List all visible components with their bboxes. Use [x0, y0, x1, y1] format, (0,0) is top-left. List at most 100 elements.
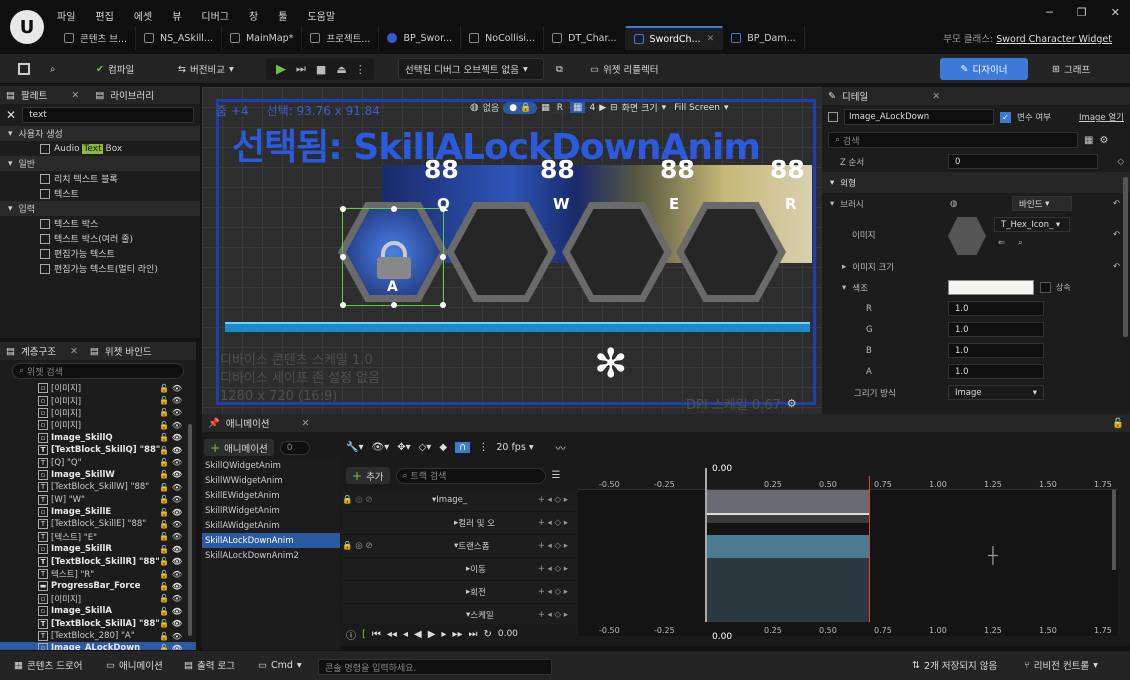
gear-icon[interactable]: ⚙: [787, 397, 797, 410]
close-icon[interactable]: ✕: [70, 346, 78, 357]
parent-class-link[interactable]: Sword Character Widget: [996, 34, 1112, 45]
wrench-icon[interactable]: 🔧▾: [346, 442, 363, 453]
palette-item[interactable]: 텍스트 박스(여러 줄): [0, 231, 200, 246]
visibility-eye-icon[interactable]: 🔓 👁: [159, 396, 182, 405]
tab-widget-bind[interactable]: 위젯 바인드: [105, 344, 152, 358]
hierarchy-row[interactable]: ▫ Image_SkillQ 🔓 👁: [0, 432, 196, 444]
tab-data-table[interactable]: DT_Char...: [544, 26, 626, 50]
screen-size-select[interactable]: 화면 크기: [622, 101, 658, 114]
resize-handle[interactable]: [391, 206, 397, 212]
track-row[interactable]: 🔒 ◎ ⊘ ▾ 트랜스폼 + ◂ ◇ ▸: [342, 535, 578, 558]
reset-icon[interactable]: ↶: [1113, 262, 1120, 272]
animation-list-item[interactable]: SkillEWidgetAnim: [202, 488, 340, 503]
visibility-eye-icon[interactable]: 🔓 👁: [159, 545, 182, 554]
snap-icon[interactable]: ▦: [541, 103, 550, 113]
fill-mode-select[interactable]: Fill Screen: [674, 103, 720, 113]
visibility-eye-icon[interactable]: 🔓 👁: [159, 508, 182, 517]
hierarchy-row[interactable]: ▫ Image_SkillA 🔓 👁: [0, 605, 196, 617]
visibility-eye-icon[interactable]: 🔓 👁: [159, 520, 182, 529]
track-row[interactable]: ▸ 회전 + ◂ ◇ ▸: [342, 581, 578, 604]
hierarchy-row[interactable]: T [TextBlock_SkillW] "88" 🔓 👁: [0, 481, 196, 493]
maximize-icon[interactable]: ❐: [1077, 6, 1087, 19]
grid-icon[interactable]: ▦: [570, 102, 586, 113]
appearance-category[interactable]: ▾ 외형: [822, 172, 1130, 193]
animation-list-item[interactable]: SkillRWidgetAnim: [202, 503, 340, 518]
close-icon[interactable]: ✕: [932, 91, 940, 102]
auto-key-icon[interactable]: ◆: [439, 442, 447, 453]
keyframe-controls[interactable]: + ◂ ◇ ▸: [538, 518, 568, 528]
step-forward-icon[interactable]: ▸: [441, 629, 446, 640]
tab-niagara[interactable]: NS_ASkill...: [136, 26, 222, 50]
debug-object-select[interactable]: 선택된 디버그 오브젝트 없음 ▾: [398, 58, 544, 80]
close-tab-icon[interactable]: ✕: [707, 34, 715, 44]
transform-section[interactable]: [705, 535, 869, 558]
track-row[interactable]: ▸ 컬러 및 오 + ◂ ◇ ▸: [342, 512, 578, 535]
tab-main-map[interactable]: MainMap*: [222, 26, 303, 50]
animation-list-item[interactable]: SkillWWidgetAnim: [202, 473, 340, 488]
next-key-icon[interactable]: ▸▸: [452, 629, 462, 640]
hierarchy-row[interactable]: ▫ [이미지] 🔓 👁: [0, 407, 196, 419]
loop-start-icon[interactable]: [: [362, 629, 366, 640]
hierarchy-row[interactable]: T 텍스트] "R" 🔓 👁: [0, 568, 196, 580]
hierarchy-scrollbar[interactable]: [188, 424, 192, 636]
palette-search-input[interactable]: text: [22, 107, 194, 123]
bind-dropdown[interactable]: 바인드 ▾: [1012, 196, 1072, 211]
stop-icon[interactable]: ■: [312, 63, 330, 76]
visibility-eye-icon[interactable]: 🔓 👁: [159, 421, 182, 430]
designer-button[interactable]: ✎ 디자이너: [940, 58, 1028, 80]
timeline-area[interactable]: ┼: [578, 468, 1118, 628]
hierarchy-row[interactable]: T [텍스트] "E" 🔓 👁: [0, 531, 196, 543]
visibility-eye-icon[interactable]: 🔓 👁: [159, 582, 182, 591]
visibility-eye-icon[interactable]: 🔓 👁: [159, 433, 182, 442]
z-order-input[interactable]: 0: [948, 154, 1098, 169]
hierarchy-search-input[interactable]: ⌕ 위젯 검색: [12, 363, 184, 379]
skip-start-icon[interactable]: ⏮: [372, 629, 381, 640]
show-mode[interactable]: 없음: [483, 101, 500, 114]
palette-item[interactable]: 편집가능 텍스트: [0, 246, 200, 261]
tab-bp-sword[interactable]: BP_Swor...: [379, 26, 462, 50]
menu-window[interactable]: 창: [249, 8, 258, 23]
chevron-right-icon[interactable]: ▸: [842, 262, 846, 272]
visibility-eye-icon[interactable]: 🔓 👁: [159, 607, 182, 616]
end-marker[interactable]: [869, 476, 870, 622]
menu-edit[interactable]: 편집: [95, 8, 113, 23]
resize-handle[interactable]: [440, 206, 446, 212]
animation-list-item[interactable]: SkillALockDownAnim: [202, 533, 340, 548]
widget-name-input[interactable]: Image_ALockDown: [844, 109, 994, 125]
tab-sword-character[interactable]: SwordCh... ✕: [625, 26, 724, 50]
menu-tools[interactable]: 툴: [278, 8, 287, 23]
play-icon[interactable]: ▶: [428, 629, 436, 640]
play-icon[interactable]: ▶: [272, 62, 290, 77]
track-row[interactable]: ▸ 이동 + ◂ ◇ ▸: [342, 558, 578, 581]
keyframe-controls[interactable]: + ◂ ◇ ▸: [538, 541, 568, 551]
eject-icon[interactable]: ⏏: [332, 63, 350, 76]
keyframe-controls[interactable]: + ◂ ◇ ▸: [538, 587, 568, 597]
hierarchy-row[interactable]: T [TextBlock_SkillR] "88" 🔓 👁: [0, 555, 196, 567]
diff-button[interactable]: ⇆ 버전비교 ▾: [172, 58, 240, 80]
more-icon[interactable]: ⋮: [353, 63, 368, 76]
tab-animation[interactable]: 애니메이션: [226, 416, 270, 430]
browse-icon[interactable]: ⌕: [1018, 238, 1023, 248]
visibility-eye-icon[interactable]: 🔓 👁: [159, 495, 182, 504]
diamond-icon[interactable]: ◇: [1117, 157, 1124, 167]
tint-g-input[interactable]: 1.0: [948, 322, 1044, 337]
texture-thumbnail[interactable]: [948, 217, 986, 255]
visibility-eye-icon[interactable]: 🔓 👁: [159, 532, 182, 541]
playhead[interactable]: [705, 468, 707, 628]
keyframe-track[interactable]: [705, 513, 869, 523]
cmd-select[interactable]: ▭ Cmd ▾: [252, 655, 308, 675]
console-input[interactable]: 콘솔 명령을 입력하세요.: [318, 659, 552, 675]
section-bar[interactable]: [705, 490, 869, 513]
resize-handle[interactable]: [340, 254, 346, 260]
texture-select[interactable]: T_Hex_Icon_ ▾: [994, 217, 1070, 232]
chevron-down-icon[interactable]: ▾: [842, 283, 846, 293]
resize-handle[interactable]: [391, 302, 397, 308]
visibility-eye-icon[interactable]: 🔓 👁: [159, 384, 182, 393]
hierarchy-row[interactable]: ▫ Image_SkillE 🔓 👁: [0, 506, 196, 518]
details-scrollbar[interactable]: [1123, 177, 1128, 337]
eye-icon[interactable]: 👁▾: [371, 442, 389, 453]
keyframe-icon[interactable]: ◇▾: [419, 442, 432, 453]
prev-key-icon[interactable]: ◂◂: [387, 629, 397, 640]
tab-bp-damage[interactable]: BP_Dam...: [723, 26, 805, 50]
chevron-down-icon[interactable]: ▾: [830, 199, 834, 209]
